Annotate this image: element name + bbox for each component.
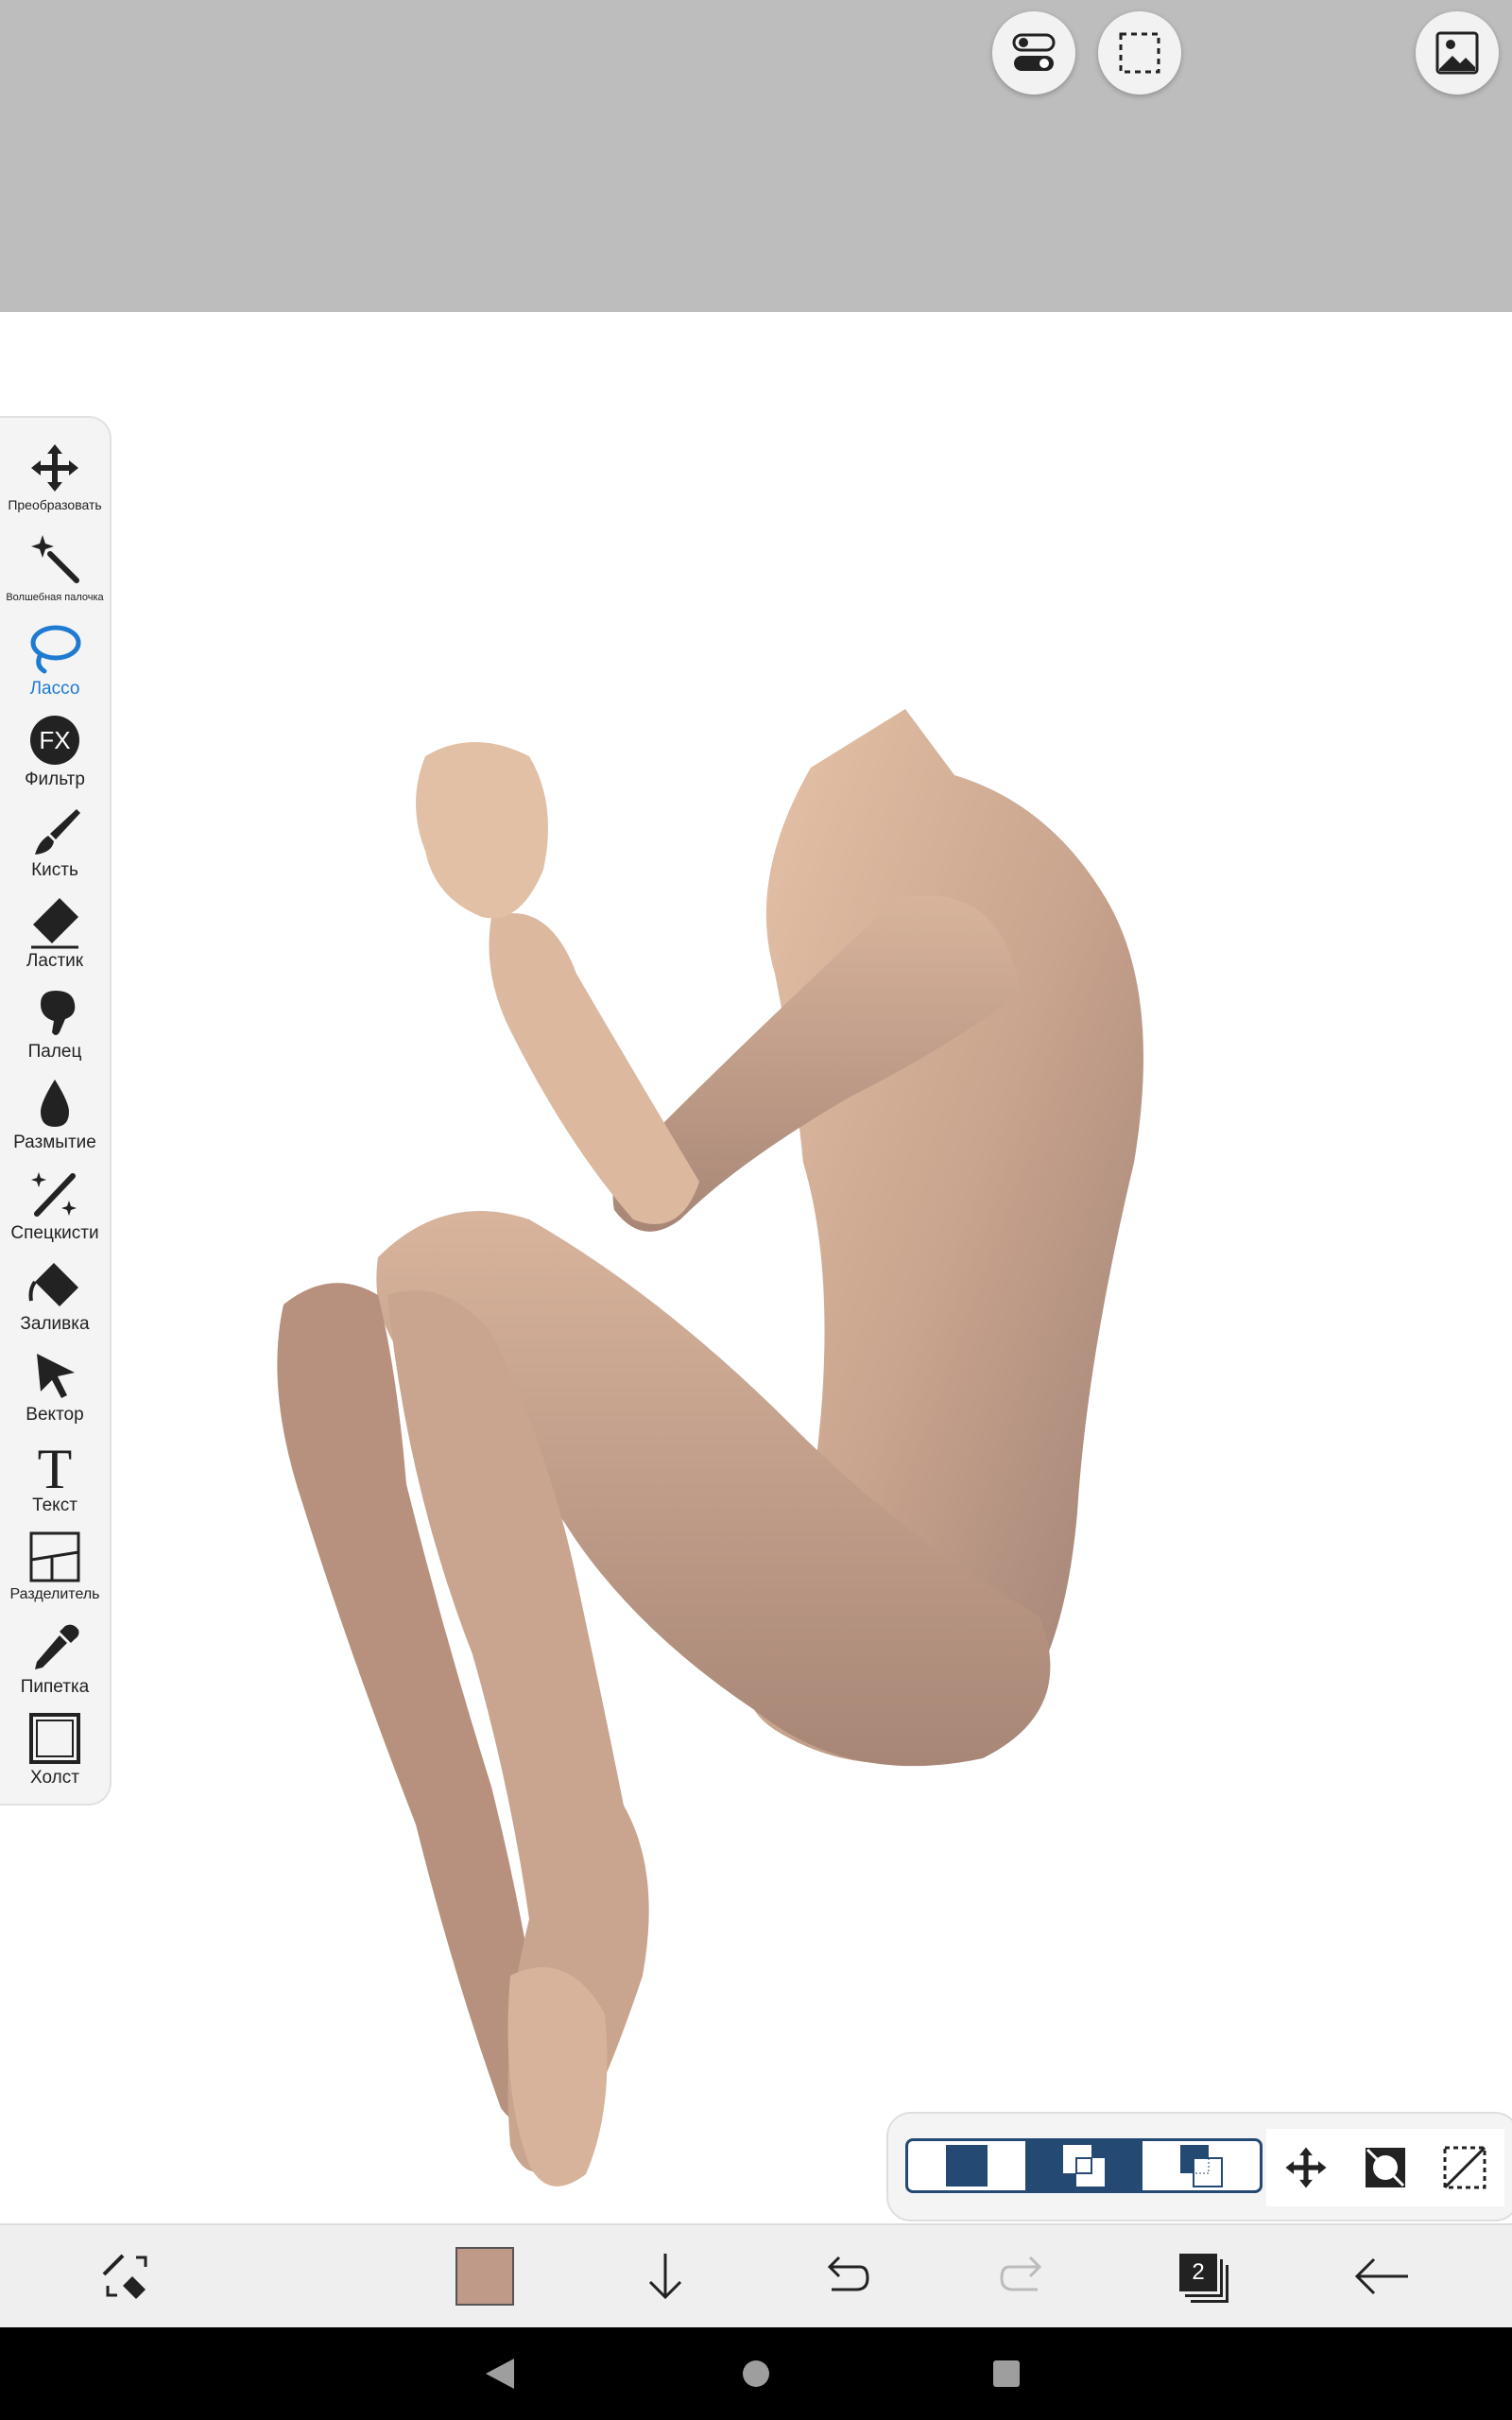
- smudge-finger-icon: [41, 991, 76, 1035]
- selection-new-icon: [946, 2145, 988, 2187]
- canvas-frame-icon: [29, 1713, 80, 1764]
- download-button[interactable]: [627, 2238, 703, 2314]
- toggle-switches-icon: [1012, 33, 1056, 71]
- tool-label: Заливка: [20, 1314, 90, 1334]
- move-arrows-icon: [31, 444, 78, 492]
- tool-label: Лассо: [29, 679, 80, 699]
- selection-subtract-icon: [1180, 2145, 1223, 2187]
- tool-swap-button[interactable]: [89, 2238, 164, 2314]
- bottom-toolbar: 2: [0, 2223, 1512, 2327]
- tool-label: Ластик: [26, 951, 84, 971]
- eraser-icon: [31, 898, 78, 949]
- tool-eyedropper[interactable]: Пипетка: [0, 1616, 110, 1707]
- clear-selection-icon[interactable]: [1441, 2144, 1488, 2191]
- invert-selection-icon[interactable]: [1362, 2144, 1409, 2191]
- special-brush-icon: [31, 1172, 77, 1217]
- triangle-back-icon: [486, 2359, 514, 2389]
- selection-rectangle-icon: [1119, 32, 1160, 74]
- selection-mode-subtract[interactable]: [1143, 2141, 1260, 2190]
- tool-label: Холст: [30, 1768, 79, 1788]
- tool-label: Текст: [32, 1495, 77, 1515]
- layers-button[interactable]: 2: [1164, 2238, 1240, 2314]
- tool-label: Пипетка: [20, 1677, 90, 1697]
- tool-label: Волшебная палочка: [6, 592, 104, 603]
- tool-label: Кисть: [31, 860, 78, 880]
- selection-options-panel: [886, 2112, 1512, 2221]
- tool-lasso[interactable]: Лассо: [0, 618, 110, 709]
- back-button[interactable]: [1344, 2238, 1419, 2314]
- frame-divider-icon: [29, 1531, 80, 1582]
- selection-add-icon: [1063, 2145, 1105, 2187]
- artwork-figure: [277, 709, 1143, 2187]
- tool-label: Фильтр: [25, 769, 85, 789]
- tool-label: Преобразовать: [8, 497, 102, 512]
- tool-label: Размытие: [13, 1132, 96, 1152]
- selection-mode-segment: [905, 2138, 1263, 2193]
- drawing-canvas[interactable]: [0, 312, 1512, 2223]
- color-picker-button[interactable]: [447, 2238, 523, 2314]
- tool-panel: Преобразовать Волшебная палочка Лассо FX…: [0, 416, 112, 1806]
- redo-icon: [1000, 2256, 1042, 2291]
- square-recents-icon: [993, 2360, 1020, 2387]
- move-selection-icon[interactable]: [1282, 2144, 1330, 2191]
- tool-smudge[interactable]: Палец: [0, 981, 110, 1072]
- layer-count-badge: 2: [1179, 2254, 1217, 2291]
- arrow-left-icon: [1354, 2257, 1408, 2295]
- system-home-button[interactable]: [732, 2350, 780, 2397]
- vector-cursor-icon: [37, 1354, 75, 1398]
- arrow-down-icon: [648, 2254, 682, 2300]
- top-gray-area: [0, 0, 1512, 312]
- system-back-button[interactable]: [476, 2350, 524, 2397]
- eyedropper-icon: [35, 1624, 79, 1669]
- tool-canvas[interactable]: Холст: [0, 1707, 110, 1798]
- tool-brush[interactable]: Кисть: [0, 800, 110, 890]
- magic-wand-icon: [31, 535, 79, 583]
- tool-filter[interactable]: FX Фильтр: [0, 709, 110, 800]
- layers-icon: 2: [1172, 2246, 1232, 2307]
- tool-label: Палец: [27, 1042, 82, 1062]
- brush-eraser-swap-icon: [102, 2254, 147, 2299]
- lasso-icon: [30, 625, 81, 674]
- system-recents-button[interactable]: [983, 2350, 1030, 2397]
- tool-vector[interactable]: Вектор: [0, 1344, 110, 1435]
- circle-home-icon: [743, 2360, 769, 2387]
- tool-text[interactable]: T Текст: [0, 1435, 110, 1526]
- undo-icon: [827, 2256, 869, 2291]
- tool-fill[interactable]: Заливка: [0, 1253, 110, 1344]
- svg-text:FX: FX: [39, 726, 70, 754]
- fx-filter-icon: FX: [30, 716, 79, 765]
- selection-toggle-button[interactable]: [1098, 11, 1181, 95]
- blur-drop-icon: [41, 1080, 69, 1127]
- redo-button[interactable]: [987, 2238, 1062, 2314]
- fill-bucket-icon: [28, 1263, 78, 1306]
- tool-transform[interactable]: Преобразовать: [0, 437, 110, 527]
- reference-image-button[interactable]: [1416, 11, 1499, 95]
- tool-label: Разделитель: [9, 1586, 100, 1602]
- tool-label: Вектор: [26, 1405, 84, 1425]
- tool-frame-divider[interactable]: Разделитель: [0, 1526, 110, 1616]
- toggle-settings-button[interactable]: [992, 11, 1075, 95]
- brush-icon: [35, 809, 80, 855]
- text-t-icon: T: [38, 1439, 73, 1494]
- tool-label: Спецкисти: [10, 1223, 99, 1243]
- selection-actions: [1266, 2129, 1504, 2206]
- undo-button[interactable]: [807, 2238, 883, 2314]
- tool-magic-wand[interactable]: Волшебная палочка: [0, 527, 110, 618]
- selection-mode-add[interactable]: [1025, 2141, 1143, 2190]
- svg-text:T: T: [38, 1439, 73, 1494]
- tool-eraser[interactable]: Ластик: [0, 890, 110, 981]
- image-reference-icon: [1435, 31, 1479, 75]
- system-navigation-bar: [0, 2327, 1512, 2420]
- tool-special-brush[interactable]: Спецкисти: [0, 1163, 110, 1253]
- current-color-swatch: [455, 2247, 514, 2306]
- tool-blur[interactable]: Размытие: [0, 1072, 110, 1163]
- selection-mode-new[interactable]: [908, 2141, 1025, 2190]
